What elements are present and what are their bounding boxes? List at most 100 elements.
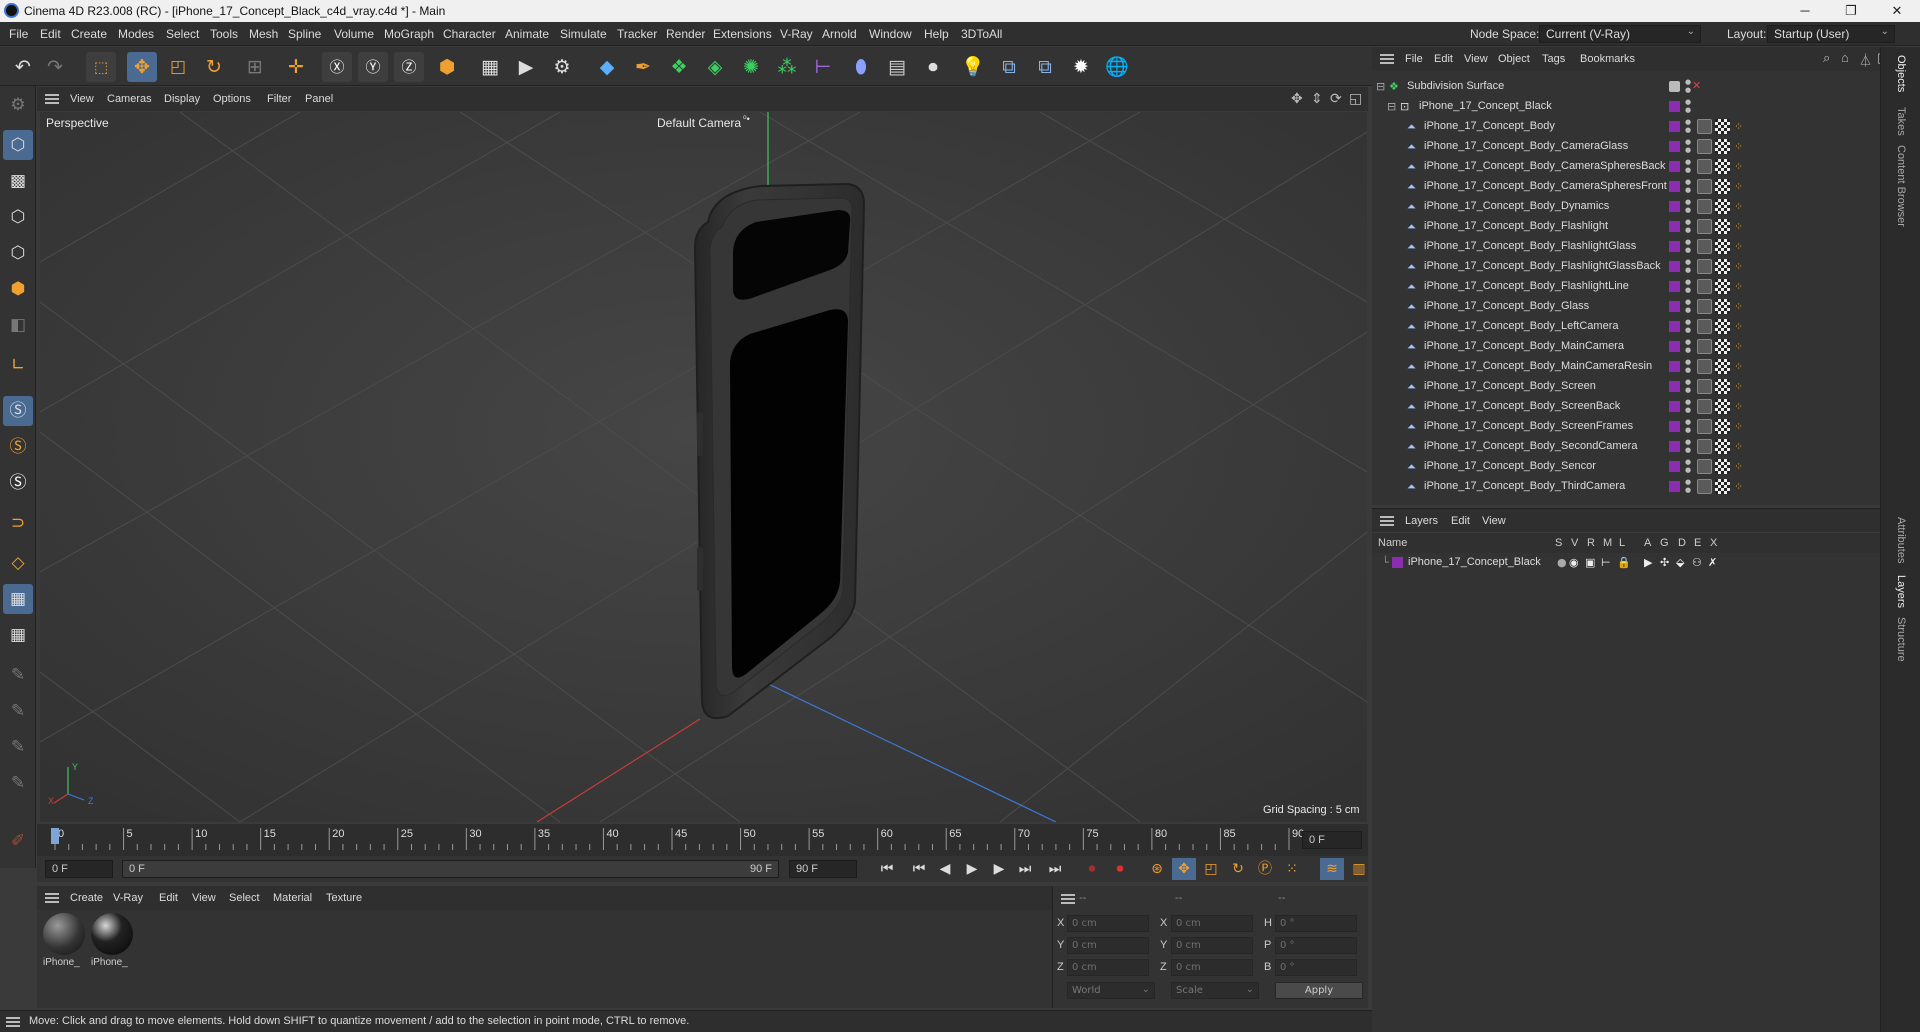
key-position-icon[interactable]: ✥ — [1172, 858, 1196, 880]
texture-tag-icon[interactable] — [1715, 419, 1730, 434]
material-tag-icon[interactable]: ⁘ — [1734, 140, 1743, 153]
quantize-icon[interactable]: Ⓢ — [3, 468, 33, 498]
lock-icon[interactable]: 🔒 — [1617, 556, 1631, 569]
vray-tag-icon[interactable] — [1697, 219, 1712, 234]
make-editable-icon[interactable]: ⚙ — [3, 90, 33, 120]
object-row[interactable]: ⏶ iPhone_17_Concept_Body_LeftCamera ● ● ⁘ — [1372, 317, 1880, 337]
vray-tag-icon[interactable] — [1697, 479, 1712, 494]
menu-tracker[interactable]: Tracker — [617, 27, 657, 41]
visibility-dots-icon[interactable]: ● ● — [1685, 418, 1691, 434]
menu-select[interactable]: Select — [166, 27, 199, 41]
material-tag-icon[interactable]: ⁘ — [1734, 380, 1743, 393]
texture-tag-icon[interactable] — [1715, 179, 1730, 194]
layer-column-manager[interactable]: M — [1603, 537, 1612, 549]
maximize-view-icon[interactable]: ◱ — [1349, 90, 1362, 107]
fcurve-icon[interactable]: ▥ — [1347, 858, 1371, 880]
material-tag-icon[interactable]: ⁘ — [1734, 300, 1743, 313]
object-hamburger-icon[interactable] — [1380, 54, 1394, 64]
viewport-menu-filter[interactable]: Filter — [267, 93, 291, 105]
points-mode-icon[interactable]: ⬡ — [3, 202, 33, 232]
visibility-dots-icon[interactable]: ● ● — [1685, 358, 1691, 374]
axis-mode-icon[interactable]: ∟ — [3, 350, 33, 380]
menu-character[interactable]: Character — [443, 27, 496, 41]
undo-icon[interactable]: ↶ — [8, 52, 38, 82]
dolly-view-icon[interactable]: ⇕ — [1311, 90, 1323, 107]
coordinate-mode-select[interactable]: World ⌄ — [1067, 982, 1155, 999]
texture-tag-icon[interactable] — [1715, 299, 1730, 314]
max-frame-field[interactable]: 90 F — [789, 860, 857, 878]
sculpt-icon[interactable]: ✎ — [3, 660, 33, 690]
vray-tag-icon[interactable] — [1697, 459, 1712, 474]
menu-window[interactable]: Window — [869, 27, 912, 41]
object-row[interactable]: ⏶ iPhone_17_Concept_Body_FlashlightLine ● ●… — [1372, 277, 1880, 297]
material-tag-icon[interactable]: ⁘ — [1734, 160, 1743, 173]
z-axis-lock-icon[interactable]: Ⓩ — [394, 52, 424, 82]
manager-tree-icon[interactable]: ⊢ — [1601, 556, 1611, 569]
menu-mesh[interactable]: Mesh — [249, 27, 278, 41]
size-mode-select[interactable]: Scale ⌄ — [1171, 982, 1259, 999]
position-y-field[interactable]: 0 cm — [1067, 937, 1149, 954]
layer-column-deformers[interactable]: D — [1678, 537, 1686, 549]
menu-animate[interactable]: Animate — [505, 27, 549, 41]
material-tag-icon[interactable]: ⁘ — [1734, 320, 1743, 333]
perspective-viewport[interactable]: Perspective Default Camera ⁰• Grid Spaci… — [40, 112, 1367, 822]
visibility-dots-icon[interactable]: ● ● — [1685, 198, 1691, 214]
object-row-subdivision-surface[interactable]: ⊟ ❖ Subdivision Surface ● ● ✕ — [1372, 77, 1880, 97]
vray-tag-icon[interactable] — [1697, 299, 1712, 314]
tab-content-browser[interactable]: Content Browser — [1895, 145, 1907, 227]
vray-tag-icon[interactable] — [1697, 419, 1712, 434]
uv-mode-icon[interactable]: ◧ — [3, 310, 33, 340]
field-icon[interactable]: ⬮ — [846, 52, 876, 82]
go-to-start-icon[interactable]: ⏮ — [875, 858, 899, 880]
subdivision-generator-icon[interactable]: ❖ — [664, 52, 694, 82]
workplane-icon[interactable]: ◇ — [3, 548, 33, 578]
layer-column-xref[interactable]: X — [1710, 537, 1717, 549]
texture-mode-icon[interactable]: ▩ — [3, 166, 33, 196]
visibility-dots-icon[interactable]: ● ● — [1685, 238, 1691, 254]
node-space-select[interactable]: Current (V-Ray) ⌄ — [1539, 25, 1701, 43]
timeline-playhead[interactable] — [51, 828, 59, 844]
material-menu-edit[interactable]: Edit — [159, 892, 178, 904]
material-menu-material[interactable]: Material — [273, 892, 312, 904]
vray-settings-icon[interactable]: ✹ — [1066, 52, 1096, 82]
pan-view-icon[interactable]: ✥ — [1291, 90, 1303, 107]
add-object-icon[interactable]: ✛ — [281, 52, 311, 82]
object-row[interactable]: ⏶ iPhone_17_Concept_Body ● ● ⁘ — [1372, 117, 1880, 137]
layout-select[interactable]: Startup (User) ⌄ — [1767, 25, 1895, 43]
object-row[interactable]: ⏶ iPhone_17_Concept_Body_ScreenFrames ● ● ⁘ — [1372, 417, 1880, 437]
deformers-icon[interactable]: ⬙ — [1676, 556, 1684, 569]
python-script-icon[interactable]: ⧉ — [1030, 52, 1060, 82]
visibility-dots-icon[interactable]: ● ● — [1685, 318, 1691, 334]
layer-row[interactable]: └ iPhone_17_Concept_Black ● ◉ ▣ ⊢ 🔒 ▶ ✣ … — [1372, 553, 1880, 573]
camera-icon[interactable]: ⏺ — [918, 52, 948, 82]
visibility-dots-icon[interactable]: ● ● — [1685, 398, 1691, 414]
object-row[interactable]: ⏶ iPhone_17_Concept_Body_FlashlightGlass ●… — [1372, 237, 1880, 257]
menu-vray[interactable]: V-Ray — [780, 27, 813, 41]
vray-tag-icon[interactable] — [1697, 439, 1712, 454]
texture-tag-icon[interactable] — [1715, 459, 1730, 474]
texture-tag-icon[interactable] — [1715, 259, 1730, 274]
play-icon[interactable]: ▶ — [960, 858, 984, 880]
scale-tool-icon[interactable]: ◰ — [163, 52, 193, 82]
vray-tag-icon[interactable] — [1697, 379, 1712, 394]
vray-globe-icon[interactable]: 🌐 — [1102, 52, 1132, 82]
go-to-end-icon[interactable]: ⏭ — [1043, 858, 1067, 880]
texture-tag-icon[interactable] — [1715, 139, 1730, 154]
visibility-dots-icon[interactable]: ● ● — [1685, 98, 1691, 114]
viewport-menu-display[interactable]: Display — [164, 93, 200, 105]
layer-column-expressions[interactable]: E — [1694, 537, 1701, 549]
tab-attributes[interactable]: Attributes — [1895, 517, 1907, 563]
current-frame-field[interactable]: 0 F — [45, 860, 113, 878]
texture-tag-icon[interactable] — [1715, 339, 1730, 354]
texture-tag-icon[interactable] — [1715, 219, 1730, 234]
coordinates-hamburger-icon[interactable] — [1061, 894, 1075, 904]
pull-brush-icon[interactable]: ✎ — [3, 768, 33, 798]
visibility-dots-icon[interactable]: ● ● — [1685, 278, 1691, 294]
menu-render[interactable]: Render — [666, 27, 705, 41]
render-view-icon[interactable]: ▦ — [475, 52, 505, 82]
status-hamburger-icon[interactable] — [6, 1017, 20, 1027]
vray-tag-icon[interactable] — [1697, 239, 1712, 254]
menu-3dtoall[interactable]: 3DToAll — [961, 27, 1002, 41]
texture-tag-icon[interactable] — [1715, 119, 1730, 134]
vray-tag-icon[interactable] — [1697, 139, 1712, 154]
